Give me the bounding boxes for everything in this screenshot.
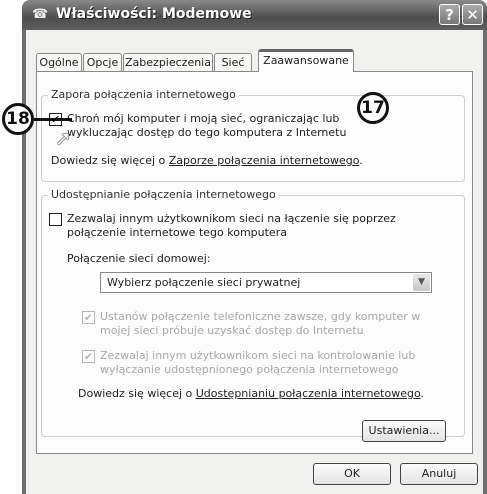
tab-network[interactable]: Sieć bbox=[214, 53, 252, 71]
modem-icon: ☎ bbox=[32, 7, 49, 22]
dial-on-demand-checkbox[interactable]: ✔ bbox=[82, 311, 95, 324]
title-bar[interactable]: ☎ Właściwości: Modemowe ? ✕ bbox=[22, 0, 487, 30]
allow-control-label-2[interactable]: wyłączanie udostępnionego połączenia int… bbox=[100, 363, 399, 377]
dialog-window: ☎ Właściwości: Modemowe ? ✕ Ogólne Opcje… bbox=[22, 0, 487, 494]
sharing-more-suffix: . bbox=[420, 387, 425, 400]
dialog-client: Ogólne Opcje Zabezpieczenia Sieć Zaawans… bbox=[26, 30, 483, 494]
dial-on-demand-label-1[interactable]: Ustanów połączenie telefoniczne zawsze, … bbox=[100, 310, 420, 324]
settings-button[interactable]: Ustawienia... bbox=[362, 420, 446, 442]
firewall-more-suffix: . bbox=[359, 154, 363, 167]
sharing-more-info: Dowiedz się więcej o Udostępnianiu połąc… bbox=[78, 387, 424, 401]
allow-control-label-1[interactable]: Zezwalaj innym użytkownikom sieci na kon… bbox=[100, 349, 415, 363]
mouse-cursor-icon: ➚ bbox=[55, 126, 72, 150]
help-button[interactable]: ? bbox=[439, 4, 460, 25]
firewall-more-link[interactable]: Zaporze połączenia internetowego bbox=[169, 154, 360, 167]
sharing-legend: Udostępnianie połączenia internetowego bbox=[48, 188, 279, 201]
cancel-button[interactable]: Anuluj bbox=[400, 463, 478, 485]
callout-18: 18 bbox=[2, 103, 34, 135]
firewall-checkbox-label-2[interactable]: wykluczając dostęp do tego komputera z I… bbox=[67, 126, 346, 140]
sharing-allow-label-2[interactable]: połączenie internetowe tego komputera bbox=[67, 226, 287, 240]
sharing-allow-checkbox[interactable] bbox=[49, 213, 62, 226]
firewall-more-prefix: Dowiedz się więcej o bbox=[51, 154, 169, 167]
home-network-label: Połączenie sieci domowej: bbox=[67, 252, 211, 265]
sharing-more-prefix: Dowiedz się więcej o bbox=[78, 387, 196, 400]
tab-general[interactable]: Ogólne bbox=[36, 53, 82, 71]
tab-advanced[interactable]: Zaawansowane bbox=[258, 49, 354, 72]
callout-17: 17 bbox=[357, 92, 389, 124]
firewall-more-info: Dowiedz się więcej o Zaporze połączenia … bbox=[51, 154, 363, 168]
firewall-legend: Zapora połączenia internetowego bbox=[48, 88, 239, 101]
tab-options[interactable]: Opcje bbox=[83, 53, 122, 71]
tab-security[interactable]: Zabezpieczenia bbox=[123, 53, 213, 71]
home-network-select[interactable]: Wybierz połączenie sieci prywatnej ▼ bbox=[100, 272, 432, 293]
close-button[interactable]: ✕ bbox=[462, 4, 483, 25]
home-network-select-value: Wybierz połączenie sieci prywatnej bbox=[107, 276, 301, 289]
sharing-more-link[interactable]: Udostępnianiu połączenia internetowego bbox=[196, 387, 421, 400]
window-title: Właściwości: Modemowe bbox=[56, 6, 252, 22]
firewall-checkbox-label-1[interactable]: Chroń mój komputer i moją sieć, ogranicz… bbox=[67, 112, 339, 126]
ok-button[interactable]: OK bbox=[313, 463, 391, 485]
allow-control-checkbox[interactable]: ✔ bbox=[82, 350, 95, 363]
callout-18-leader bbox=[34, 118, 72, 121]
dial-on-demand-label-2[interactable]: mojej sieci próbuje uzyskać dostęp do In… bbox=[100, 324, 364, 338]
sharing-allow-label-1[interactable]: Zezwalaj innym użytkownikom sieci na łąc… bbox=[67, 212, 396, 226]
chevron-down-icon[interactable]: ▼ bbox=[413, 274, 430, 291]
